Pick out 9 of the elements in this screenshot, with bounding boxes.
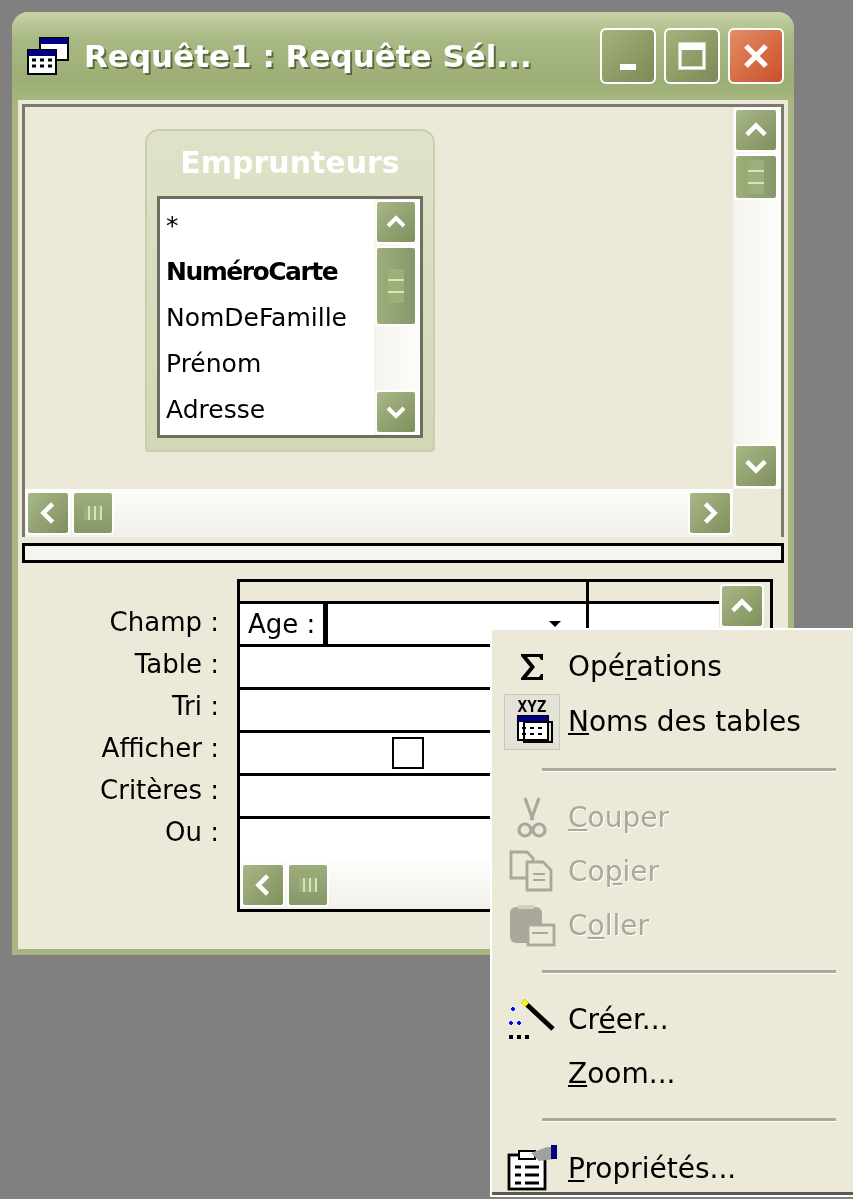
row-label: Afficher : <box>101 733 219 763</box>
window-title: Requête1 : Requête Sél... <box>84 38 532 74</box>
row-label: Table : <box>134 649 219 679</box>
row-label: Ou : <box>165 817 219 847</box>
table-names-icon: XYZ <box>504 693 560 750</box>
row-label: Champ : <box>109 607 219 637</box>
table-title: Emprunteurs <box>179 144 401 182</box>
row-label: Tri : <box>172 691 219 721</box>
row-label: Critères : <box>100 775 219 805</box>
